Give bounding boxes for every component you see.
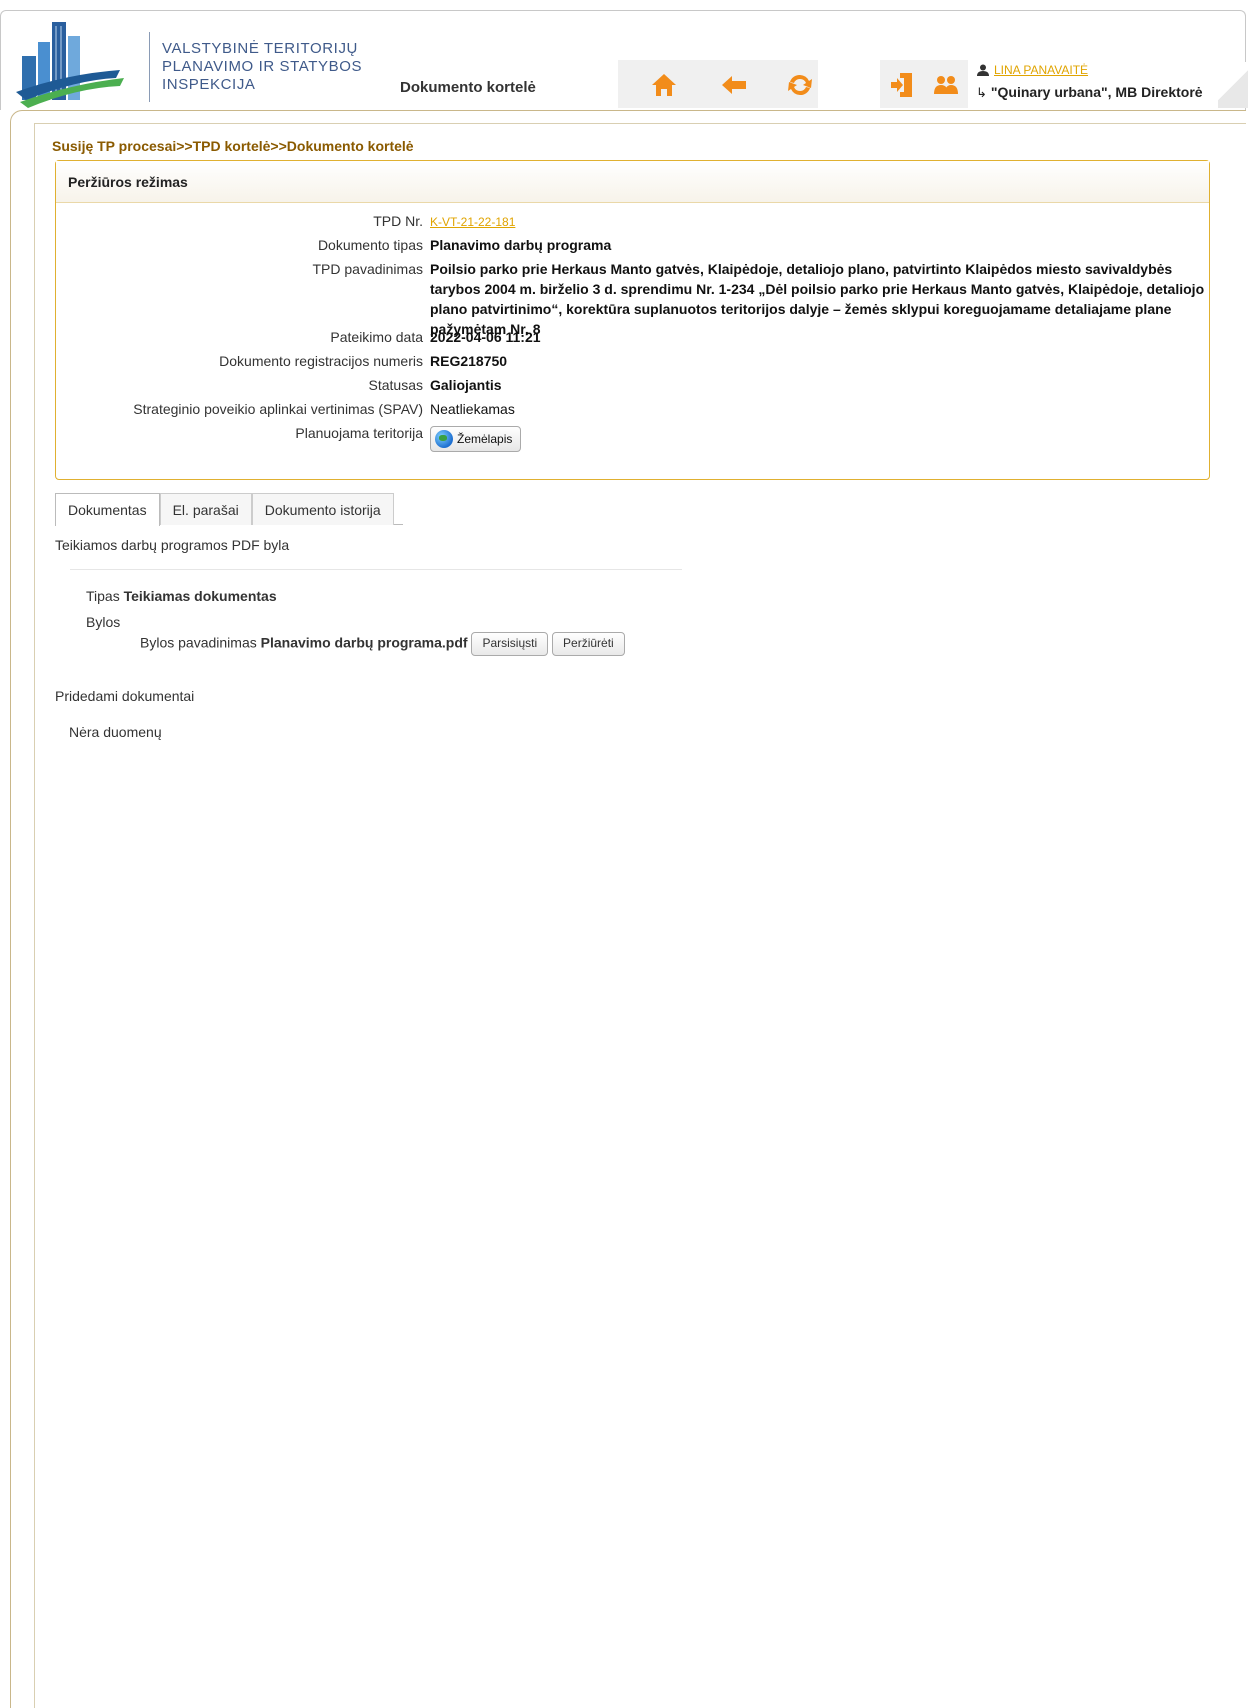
view-button[interactable]: Peržiūrėti <box>552 632 625 656</box>
field-value: Žemėlapis <box>430 426 1248 453</box>
inner-frame-left <box>34 123 35 1708</box>
file-row: Bylos pavadinimas Planavimo darbų progra… <box>140 632 625 656</box>
section-divider <box>70 569 682 570</box>
tpd-number-link[interactable]: K-VT-21-22-181 <box>430 215 515 229</box>
logout-icon <box>891 73 912 97</box>
field-label: Dokumento tipas <box>317 237 423 253</box>
organization-name: "Quinary urbana", MB Direktorė <box>990 84 1203 100</box>
users-button[interactable] <box>930 70 962 100</box>
document-tabs: Dokumentas El. parašai Dokumento istorij… <box>55 493 403 526</box>
document-type-value: Teikiamas dokumentas <box>123 588 277 604</box>
attachments-empty: Nėra duomenų <box>69 724 162 740</box>
organization-line: ↳ "Quinary urbana", MB Direktorė <box>976 84 1203 101</box>
field-label: TPD pavadinimas <box>312 261 424 277</box>
header-corner <box>1218 62 1248 108</box>
download-button[interactable]: Parsisiųsti <box>471 632 549 656</box>
view-mode-title: Peržiūros režimas <box>56 161 1209 203</box>
user-icon <box>977 64 989 76</box>
home-icon <box>652 74 676 96</box>
inner-frame-top <box>34 123 1246 124</box>
agency-line-1: VALSTYBINĖ TERITORIJŲ <box>162 40 358 57</box>
refresh-button[interactable] <box>784 70 816 100</box>
field-label: Strateginio poveikio aplinkai vertinimas… <box>133 401 423 417</box>
field-value: Neatliekamas <box>430 401 515 417</box>
field-value: Planavimo darbų programa <box>430 237 612 253</box>
tab-document[interactable]: Dokumentas <box>55 493 160 526</box>
sub-arrow-icon: ↳ <box>976 85 987 100</box>
users-icon <box>934 76 958 94</box>
field-label: Pateikimo data <box>330 329 423 345</box>
page-title: Dokumento kortelė <box>400 79 536 96</box>
agency-name: VALSTYBINĖ TERITORIJŲ PLANAVIMO IR STATY… <box>162 40 362 94</box>
tab-signatures[interactable]: El. parašai <box>159 493 252 525</box>
file-name-label: Bylos pavadinimas <box>140 634 257 651</box>
field-label: Planuojama teritorija <box>295 425 423 441</box>
field-value: K-VT-21-22-181 <box>430 211 1248 232</box>
field-value: Galiojantis <box>430 377 502 393</box>
refresh-icon <box>788 74 812 96</box>
agency-logo <box>16 22 124 108</box>
attachments-heading: Pridedami dokumentai <box>55 688 195 704</box>
breadcrumb-separator: >> <box>176 138 193 154</box>
back-arrow-icon <box>722 76 746 94</box>
logout-button[interactable] <box>886 70 918 100</box>
map-button[interactable]: Žemėlapis <box>430 426 522 452</box>
document-type-label: Tipas <box>86 588 120 604</box>
field-label: Dokumento registracijos numeris <box>219 353 423 369</box>
breadcrumb-separator: >> <box>270 138 287 154</box>
agency-line-2: PLANAVIMO IR STATYBOS <box>162 58 363 75</box>
breadcrumb: Susiję TP procesai>>TPD kortelė>>Dokumen… <box>52 138 414 154</box>
view-mode-panel: Peržiūros režimas TPD Nr. K-VT-21-22-181… <box>55 160 1210 480</box>
field-label: Statusas <box>368 377 423 393</box>
map-button-label: Žemėlapis <box>457 432 513 446</box>
logo-divider <box>149 32 150 102</box>
document-type-row: Tipas Teikiamas dokumentas <box>86 588 277 604</box>
breadcrumb-tpd-card[interactable]: TPD kortelė <box>193 138 271 154</box>
field-label: TPD Nr. <box>373 213 423 229</box>
breadcrumb-current: Dokumento kortelė <box>286 138 414 154</box>
file-name: Planavimo darbų programa.pdf <box>260 634 468 651</box>
home-button[interactable] <box>648 70 680 100</box>
field-value: 2022-04-06 11:21 <box>430 329 541 345</box>
field-value: REG218750 <box>430 353 508 369</box>
user-name-link[interactable]: LINA PANAVAITĖ <box>994 63 1088 77</box>
tab-document-history[interactable]: Dokumento istorija <box>251 493 394 525</box>
breadcrumb-related-processes[interactable]: Susiję TP procesai <box>52 138 176 154</box>
back-button[interactable] <box>718 70 750 100</box>
files-label: Bylos <box>86 614 121 630</box>
document-heading: Teikiamos darbų programos PDF byla <box>55 537 290 553</box>
agency-line-3: INSPEKCIJA <box>162 76 256 93</box>
globe-icon <box>435 430 453 448</box>
